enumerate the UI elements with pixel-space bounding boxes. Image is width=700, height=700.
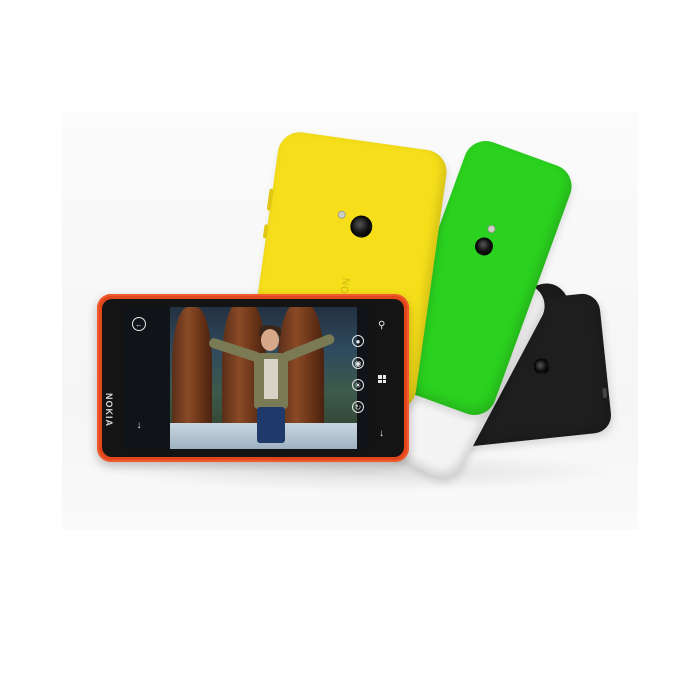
brand-logo-front: NOKIA xyxy=(104,393,114,427)
camera-viewfinder xyxy=(170,307,357,449)
camera-mode-icon: ● xyxy=(352,335,364,347)
person-head xyxy=(261,329,279,351)
camera-lens-icon xyxy=(532,357,551,376)
product-image: NOKIA NOKIA ← ↓ xyxy=(0,0,700,700)
camera-lens-icon xyxy=(472,234,496,259)
camera-mode-icon: ◉ xyxy=(352,357,364,369)
back-arrow-icon: ← xyxy=(132,317,146,331)
side-button xyxy=(602,387,608,399)
back-arrow-icon: ↓ xyxy=(379,428,384,439)
camera-mode-icon: ☀ xyxy=(352,379,364,391)
side-button xyxy=(262,224,269,239)
camera-lens-icon: ↓ xyxy=(136,420,142,431)
camera-lens-icon xyxy=(348,214,374,239)
flash-icon xyxy=(337,210,347,220)
flash-icon xyxy=(486,223,497,235)
search-icon: ⚲ xyxy=(378,320,386,331)
person-jeans xyxy=(257,407,285,443)
camera-mode-icon: ↻ xyxy=(352,401,364,413)
phone-screen: ← ↓ ● ◉ ☀ ↻ xyxy=(124,307,369,449)
phone-bezel: NOKIA ← ↓ ● ◉ ☀ ↻ ⚲ ↓ xyxy=(102,299,404,457)
phone-front-orange: NOKIA ← ↓ ● ◉ ☀ ↻ ⚲ ↓ xyxy=(97,294,409,462)
person-shirt xyxy=(264,359,278,399)
windows-start-icon xyxy=(378,375,386,383)
